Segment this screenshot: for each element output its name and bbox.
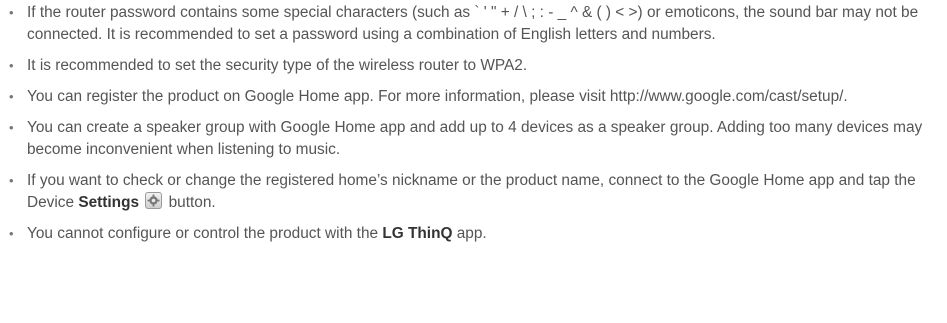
note-text-after: app.: [452, 225, 487, 242]
note-text-after: button.: [164, 194, 216, 211]
bullet: •: [9, 226, 14, 241]
bullet: •: [9, 5, 14, 20]
note-nickname-settings: • If you want to check or change the reg…: [0, 170, 947, 214]
note-text-before: You cannot configure or control the prod…: [27, 225, 383, 242]
note-text: It is recommended to set the security ty…: [27, 57, 528, 74]
lg-thinq-label: LG ThinQ: [382, 225, 453, 242]
bullet: •: [9, 58, 14, 73]
notes-list: • If the router password contains some s…: [0, 2, 947, 254]
note-speaker-group: • You can create a speaker group with Go…: [0, 117, 947, 161]
bullet: •: [9, 120, 14, 135]
note-register-product: • You can register the product on Google…: [0, 86, 947, 108]
note-text: You can create a speaker group with Goog…: [27, 119, 923, 158]
note-router-password: • If the router password contains some s…: [0, 2, 947, 46]
note-security-type: • It is recommended to set the security …: [0, 55, 947, 77]
bullet: •: [9, 173, 14, 188]
note-text: If the router password contains some spe…: [27, 4, 919, 43]
note-lg-thinq: • You cannot configure or control the pr…: [0, 223, 947, 245]
gear-icon: [145, 192, 163, 209]
bullet: •: [9, 89, 14, 104]
settings-label: Settings: [78, 194, 140, 211]
note-text: You can register the product on Google H…: [27, 88, 848, 105]
